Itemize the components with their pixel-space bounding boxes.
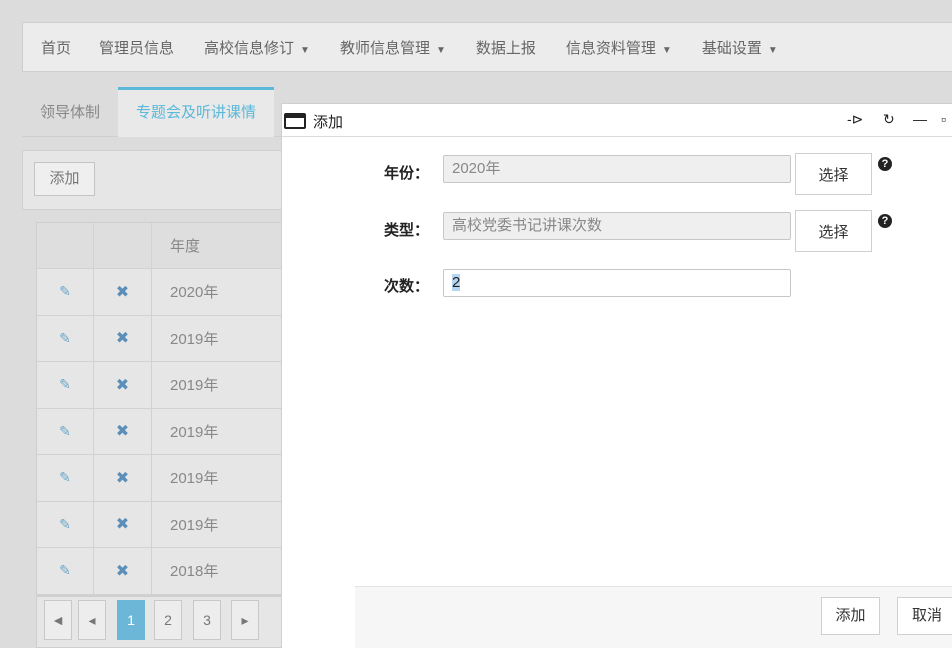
table-row: ✎ ✖ 2019年: [37, 501, 315, 548]
nav-label: 信息资料管理: [565, 39, 656, 57]
tab-special-meetings[interactable]: 专题会及听讲课情: [118, 87, 275, 137]
year-select-button[interactable]: 选择: [795, 153, 872, 195]
nav-admin-info[interactable]: 管理员信息: [99, 37, 174, 58]
maximize-icon[interactable]: ▫: [941, 111, 946, 127]
delete-cell: ✖: [94, 548, 152, 594]
pencil-icon[interactable]: ✎: [59, 330, 71, 347]
nav-data-report[interactable]: 数据上报: [476, 37, 536, 58]
delete-cell: ✖: [94, 501, 152, 547]
edit-cell: ✎: [37, 315, 94, 361]
type-field[interactable]: 高校党委书记讲课次数: [443, 212, 791, 240]
dialog-footer: 添加 取消: [355, 586, 952, 648]
delete-icon[interactable]: ✖: [116, 328, 129, 348]
nav-basic-settings[interactable]: 基础设置 ▼: [702, 37, 778, 58]
nav-label: 教师信息管理: [339, 39, 430, 57]
pagination: ◄ ◂ 1 2 3 ▸: [36, 596, 316, 648]
nav-teacher-management[interactable]: 教师信息管理 ▼: [340, 37, 446, 58]
chevron-down-icon: ▼: [661, 44, 672, 56]
delete-cell: ✖: [94, 408, 152, 454]
table-row: ✎ ✖ 2020年: [37, 269, 315, 316]
table-header: 年度: [37, 223, 315, 269]
count-field[interactable]: 2: [443, 269, 791, 297]
help-icon[interactable]: ?: [878, 214, 892, 228]
chevron-down-icon: ▼: [435, 44, 446, 56]
delete-icon[interactable]: ✖: [116, 282, 129, 302]
table-row: ✎ ✖ 2018年: [37, 548, 315, 595]
count-value: 2: [452, 274, 461, 291]
chevron-down-icon: ▼: [767, 44, 778, 56]
delete-icon[interactable]: ✖: [116, 421, 129, 441]
delete-icon[interactable]: ✖: [116, 514, 129, 534]
minimize-icon[interactable]: —: [913, 111, 927, 127]
table-row: ✎ ✖ 2019年: [37, 315, 315, 362]
edit-cell: ✎: [37, 408, 94, 454]
delete-icon[interactable]: ✖: [116, 561, 129, 581]
page-button[interactable]: 2: [154, 600, 182, 640]
edit-cell: ✎: [37, 269, 94, 315]
next-page-button[interactable]: ▸: [231, 600, 259, 640]
page-button[interactable]: 1: [117, 600, 145, 640]
cancel-button[interactable]: 取消: [897, 597, 952, 635]
refresh-icon[interactable]: ↻: [883, 111, 895, 128]
type-select-button[interactable]: 选择: [795, 210, 872, 252]
type-label: 类型：: [384, 222, 430, 239]
nav-label: 基础设置: [701, 39, 762, 57]
pin-icon[interactable]: -⊳: [847, 111, 863, 128]
pencil-icon[interactable]: ✎: [59, 516, 71, 533]
dialog-header: 添加 -⊳ ↻ — ▫: [282, 104, 952, 137]
pencil-icon[interactable]: ✎: [59, 376, 71, 393]
count-label: 次数：: [384, 278, 430, 295]
dialog-title: 添加: [313, 114, 344, 131]
table-row: ✎ ✖ 2019年: [37, 408, 315, 455]
prev-page-button[interactable]: ◂: [78, 600, 106, 640]
edit-cell: ✎: [37, 362, 94, 408]
nav-info-materials[interactable]: 信息资料管理 ▼: [566, 37, 672, 58]
top-navbar: 首页 管理员信息 高校信息修订 ▼ 教师信息管理 ▼ 数据上报 信息资料管理 ▼ 基础…: [22, 22, 952, 72]
table-row: ✎ ✖ 2019年: [37, 455, 315, 502]
first-page-button[interactable]: ◄: [44, 600, 72, 640]
pencil-icon[interactable]: ✎: [59, 469, 71, 486]
header-cell: [37, 223, 94, 268]
add-button[interactable]: 添加: [34, 162, 95, 196]
records-table: 年度 ✎ ✖ 2020年 ✎ ✖ 2019年 ✎ ✖ 2019年 ✎ ✖ 2019年 ✎ ✖ 2019年 ✎ ✖…: [36, 222, 316, 596]
delete-icon[interactable]: ✖: [116, 375, 129, 395]
year-field[interactable]: 2020年: [443, 155, 791, 183]
nav-label: 高校信息修订: [204, 39, 295, 57]
tab-leadership[interactable]: 领导体制: [22, 87, 118, 137]
window-icon: [284, 113, 306, 129]
pencil-icon[interactable]: ✎: [59, 423, 71, 440]
chevron-down-icon: ▼: [300, 44, 310, 56]
edit-cell: ✎: [37, 455, 94, 501]
nav-home[interactable]: 首页: [41, 37, 71, 58]
pencil-icon[interactable]: ✎: [59, 283, 71, 300]
add-dialog: 添加 -⊳ ↻ — ▫ 年份： 2020年 选择 ? 类型： 高校党委书记讲课次…: [281, 103, 952, 648]
delete-cell: ✖: [94, 269, 152, 315]
page-button[interactable]: 3: [193, 600, 221, 640]
confirm-add-button[interactable]: 添加: [821, 597, 880, 635]
table-row: ✎ ✖ 2019年: [37, 362, 315, 409]
help-icon[interactable]: ?: [878, 157, 892, 171]
delete-cell: ✖: [94, 315, 152, 361]
delete-icon[interactable]: ✖: [116, 468, 129, 488]
edit-cell: ✎: [37, 548, 94, 594]
delete-cell: ✖: [94, 362, 152, 408]
nav-university-revision[interactable]: 高校信息修订 ▼: [204, 37, 310, 58]
year-label: 年份：: [384, 165, 430, 182]
header-cell: [94, 223, 152, 268]
pencil-icon[interactable]: ✎: [59, 562, 71, 579]
delete-cell: ✖: [94, 455, 152, 501]
edit-cell: ✎: [37, 501, 94, 547]
